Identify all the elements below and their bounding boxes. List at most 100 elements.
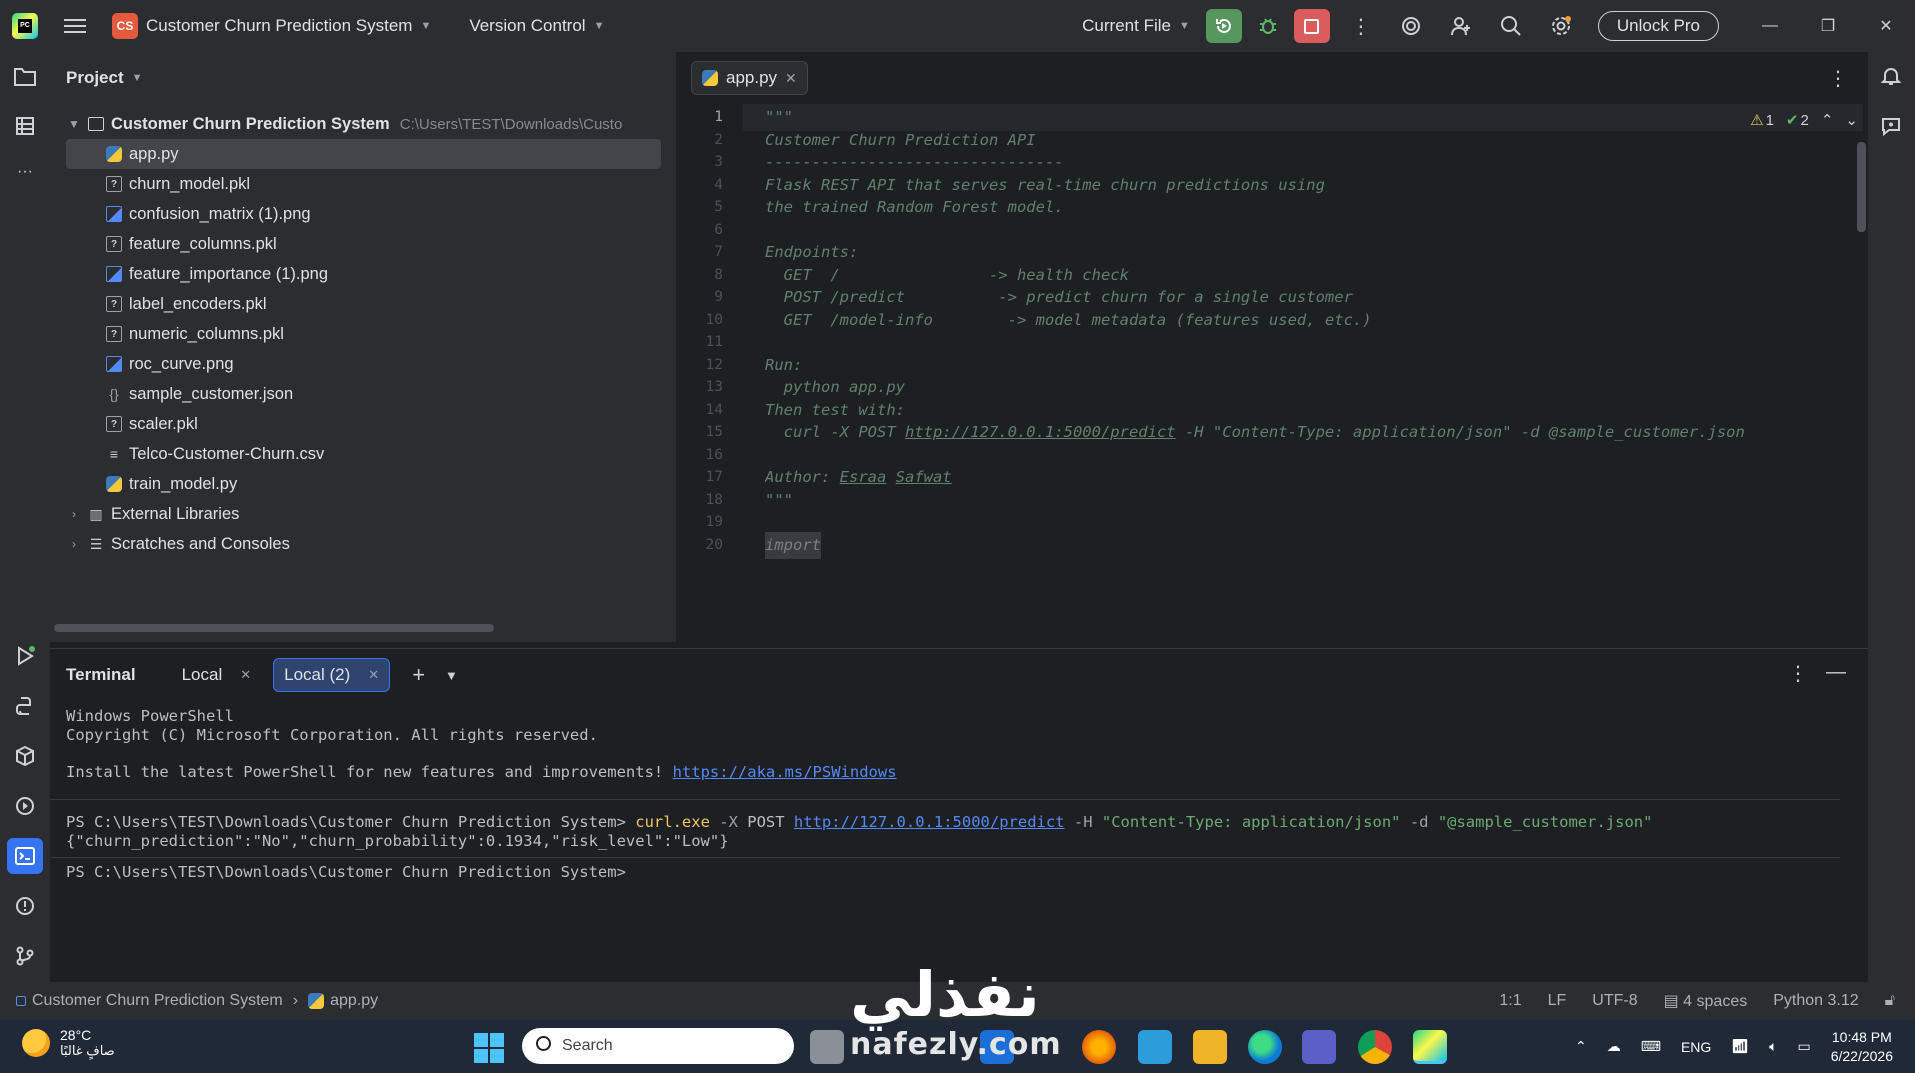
keyboard-icon[interactable]: ⌨: [1641, 1038, 1661, 1055]
pycharm-taskbar-icon[interactable]: [1413, 1030, 1447, 1064]
terminal-tab-local-2[interactable]: Local (2) ✕: [273, 658, 391, 692]
unlock-pro-button[interactable]: Unlock Pro: [1597, 11, 1719, 41]
breadcrumb-project[interactable]: Customer Churn Prediction System: [32, 992, 283, 1010]
close-tab-icon[interactable]: ✕: [368, 667, 379, 683]
add-user-icon[interactable]: [1442, 9, 1480, 43]
debug-button[interactable]: [1250, 9, 1286, 43]
notifications-bell-icon[interactable]: [1873, 58, 1909, 94]
file-explorer-icon[interactable]: [1193, 1030, 1227, 1064]
close-tab-icon[interactable]: ✕: [785, 70, 797, 87]
tree-root-folder[interactable]: ▼ Customer Churn Prediction System C:\Us…: [66, 109, 622, 139]
tab-actions-icon[interactable]: ⋮: [1828, 66, 1848, 91]
problems-icon[interactable]: [7, 888, 43, 924]
onedrive-cloud-icon[interactable]: ☁: [1607, 1038, 1621, 1055]
next-highlight-icon[interactable]: ⌄: [1845, 111, 1858, 129]
read-only-lock-icon[interactable]: 🔓︎: [1885, 992, 1895, 1010]
terminal-options-chevron-icon[interactable]: ▼: [445, 668, 458, 683]
indent-setting[interactable]: ▤ 4 spaces: [1664, 991, 1748, 1011]
ai-assistant-icon[interactable]: [1392, 9, 1430, 43]
project-tool-icon[interactable]: [7, 58, 43, 94]
taskbar-search[interactable]: Search: [522, 1028, 794, 1064]
collapsed-arrow-icon[interactable]: ›: [66, 537, 82, 551]
python-console-icon[interactable]: [7, 688, 43, 724]
run-configuration-select[interactable]: Current File ▼: [1082, 16, 1190, 36]
expanded-arrow-icon[interactable]: ▼: [66, 117, 82, 131]
wifi-icon[interactable]: 📶︎: [1731, 1038, 1749, 1055]
terminal-more-icon[interactable]: ⋮: [1788, 661, 1808, 686]
tree-file-item[interactable]: {} sample_customer.json: [66, 379, 293, 409]
run-tool-icon[interactable]: [7, 638, 43, 674]
services-icon[interactable]: [7, 788, 43, 824]
line-separator[interactable]: LF: [1548, 992, 1567, 1010]
terminal-prompt[interactable]: PS C:\Users\TEST\Downloads\Customer Chur…: [66, 863, 626, 881]
weather-widget[interactable]: 28°C صافٍ غالبًا: [22, 1027, 115, 1059]
settings-gear-icon[interactable]: [1542, 9, 1580, 43]
battery-icon[interactable]: ▭: [1797, 1038, 1810, 1055]
tree-file-item[interactable]: ? numeric_columns.pkl: [66, 319, 284, 349]
editor-vertical-scrollbar[interactable]: [1857, 142, 1866, 232]
mail-app-icon[interactable]: [980, 1030, 1014, 1064]
collapsed-arrow-icon[interactable]: ›: [66, 507, 82, 521]
file-encoding[interactable]: UTF-8: [1592, 992, 1637, 1010]
powershell-link[interactable]: https://aka.ms/PSWindows: [673, 763, 897, 781]
code-area[interactable]: """ Customer Churn Prediction API --------…: [765, 104, 1865, 642]
restore-window-icon[interactable]: ❐: [1799, 0, 1857, 52]
photos-app-icon[interactable]: [1138, 1030, 1172, 1064]
version-control-menu[interactable]: Version Control ▼: [469, 16, 604, 36]
project-view-selector[interactable]: Project ▼: [50, 52, 676, 104]
terminal-command-line: PS C:\Users\TEST\Downloads\Customer Chur…: [66, 813, 1652, 831]
tree-file-item[interactable]: confusion_matrix (1).png: [66, 199, 311, 229]
rerun-button[interactable]: [1205, 9, 1242, 43]
main-menu-button[interactable]: [64, 19, 86, 33]
more-tools-icon[interactable]: ···: [7, 154, 43, 190]
volume-icon[interactable]: 🔈︎: [1769, 1038, 1777, 1055]
clock[interactable]: 10:48 PM 6/22/2026: [1831, 1028, 1893, 1066]
chevron-down-icon: ▼: [131, 72, 143, 84]
windows-start-icon[interactable]: [474, 1033, 504, 1063]
tree-file-item[interactable]: ? label_encoders.pkl: [66, 289, 267, 319]
project-switcher[interactable]: CS Customer Churn Prediction System ▼: [112, 13, 431, 39]
tray-overflow-icon[interactable]: ⌃: [1575, 1038, 1587, 1055]
inspection-widget[interactable]: ⚠ 1 ✔ 2 ⌃ ⌄: [1750, 111, 1858, 130]
close-tab-icon[interactable]: ✕: [240, 667, 251, 683]
structure-tool-icon[interactable]: [7, 108, 43, 144]
breadcrumb-file[interactable]: app.py: [330, 992, 378, 1010]
editor-tab-app-py[interactable]: app.py ✕: [691, 61, 808, 95]
caret-position[interactable]: 1:1: [1499, 992, 1521, 1010]
tree-file-item[interactable]: ? scaler.pkl: [66, 409, 198, 439]
tree-file-item[interactable]: roc_curve.png: [66, 349, 234, 379]
edge-browser-icon[interactable]: [1248, 1030, 1282, 1064]
tree-file-item[interactable]: app.py: [66, 139, 661, 169]
firefox-icon[interactable]: [1082, 1030, 1116, 1064]
tree-scratches[interactable]: › ☰ Scratches and Consoles: [66, 529, 290, 559]
more-actions-icon[interactable]: ⋮: [1342, 9, 1380, 43]
close-window-icon[interactable]: ✕: [1857, 0, 1915, 52]
horizontal-scrollbar[interactable]: [54, 624, 494, 632]
python-interpreter[interactable]: Python 3.12: [1773, 992, 1858, 1010]
chrome-icon[interactable]: [1358, 1030, 1392, 1064]
language-indicator[interactable]: ENG: [1681, 1039, 1711, 1055]
python-packages-icon[interactable]: [7, 738, 43, 774]
previous-highlight-icon[interactable]: ⌃: [1821, 111, 1834, 129]
command-url-link[interactable]: http://127.0.0.1:5000/predict: [794, 813, 1065, 831]
minimize-window-icon[interactable]: —: [1741, 0, 1799, 52]
hide-panel-icon[interactable]: —: [1826, 661, 1846, 684]
tree-file-item[interactable]: feature_importance (1).png: [66, 259, 328, 289]
teams-icon[interactable]: [1302, 1030, 1336, 1064]
git-branch-icon[interactable]: [7, 938, 43, 974]
tree-file-item[interactable]: ? churn_model.pkl: [66, 169, 250, 199]
tree-file-item[interactable]: ≡ Telco-Customer-Churn.csv: [66, 439, 324, 469]
stop-button[interactable]: [1293, 9, 1330, 43]
search-icon[interactable]: [1492, 9, 1530, 43]
task-view-icon[interactable]: [810, 1030, 844, 1064]
new-terminal-plus-icon[interactable]: +: [412, 662, 425, 688]
breadcrumb[interactable]: Customer Churn Prediction System › app.p…: [16, 992, 378, 1010]
tree-file-item[interactable]: train_model.py: [66, 469, 237, 499]
terminal-tool-icon[interactable]: [7, 838, 43, 874]
ai-chat-icon[interactable]: [1873, 108, 1909, 144]
code-url-link[interactable]: http://127.0.0.1:5000/predict: [905, 423, 1176, 441]
terminal-tab-local[interactable]: Local ✕: [172, 658, 262, 692]
command-flag: -X: [709, 813, 748, 831]
tree-file-item[interactable]: ? feature_columns.pkl: [66, 229, 277, 259]
tree-external-libraries[interactable]: › ▥ External Libraries: [66, 499, 239, 529]
